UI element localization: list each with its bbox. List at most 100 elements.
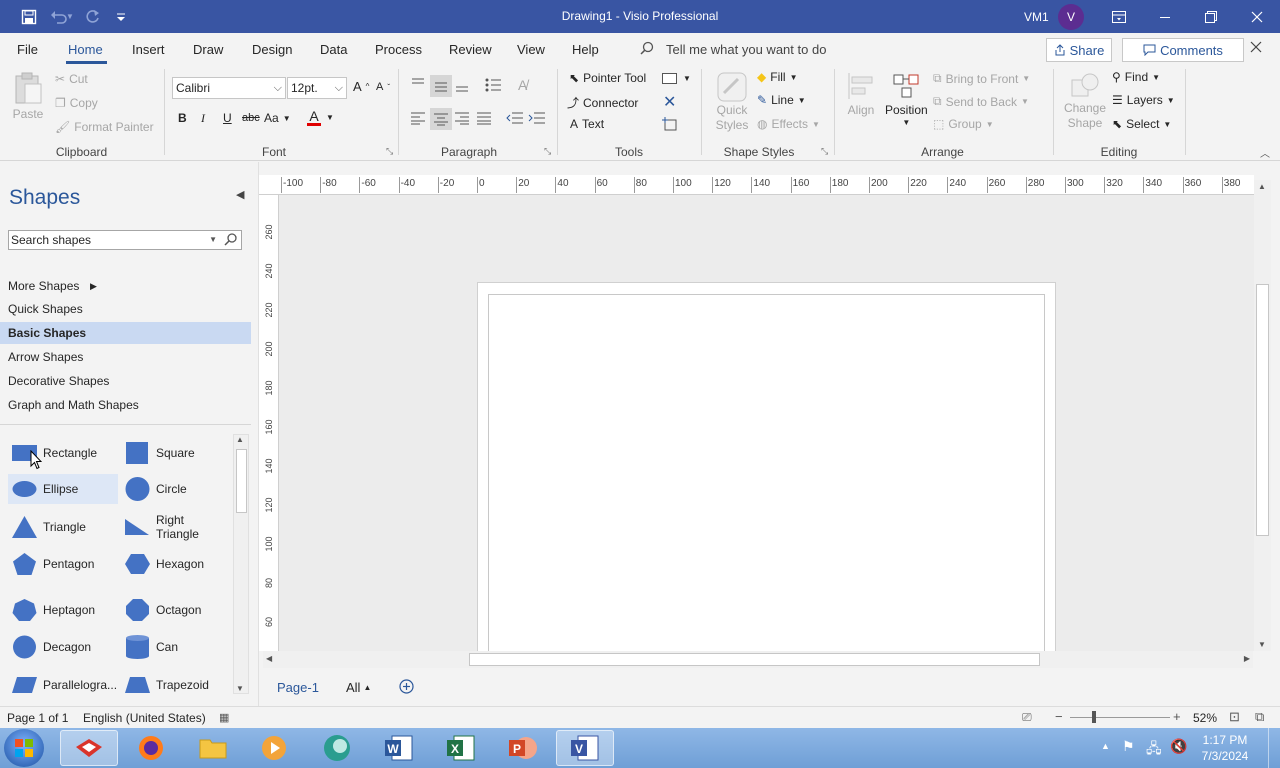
tab-home[interactable]: Home xyxy=(68,42,103,57)
rectangle-tool-icon[interactable] xyxy=(662,73,677,84)
shape-right-triangle[interactable]: Right Triangle xyxy=(125,512,231,542)
connection-point-icon[interactable] xyxy=(662,117,680,133)
share-button[interactable]: Share xyxy=(1046,38,1112,62)
taskbar-powerpoint[interactable]: P xyxy=(494,730,552,766)
tab-draw[interactable]: Draw xyxy=(193,42,223,57)
search-dropdown-icon[interactable]: ▼ xyxy=(209,231,217,249)
shape-hexagon[interactable]: Hexagon xyxy=(125,549,231,579)
increase-indent-icon[interactable] xyxy=(528,111,546,125)
show-desktop-button[interactable] xyxy=(1268,728,1280,768)
scroll-up-icon[interactable]: ▲ xyxy=(1258,182,1266,191)
font-dialog-launcher-icon[interactable]: ⤡ xyxy=(386,146,393,157)
font-name-combo[interactable]: Calibri ⌵ xyxy=(172,77,286,99)
minimize-icon[interactable] xyxy=(1142,0,1188,33)
drawing-canvas[interactable] xyxy=(279,195,1254,651)
font-color-button[interactable]: A xyxy=(307,109,321,126)
network-icon[interactable]: 🖧 xyxy=(1146,738,1162,762)
cut-button[interactable]: ✂ Cut xyxy=(55,72,88,86)
taskbar-clock[interactable]: 1:17 PM 7/3/2024 xyxy=(1196,732,1254,764)
tab-process[interactable]: Process xyxy=(375,42,422,57)
effects-button[interactable]: ◍ Effects ▼ xyxy=(757,117,820,131)
shape-triangle[interactable]: Triangle xyxy=(12,512,118,542)
decrease-indent-icon[interactable] xyxy=(506,111,524,125)
copy-button[interactable]: ❐ Copy xyxy=(55,96,98,110)
scroll-thumb[interactable] xyxy=(236,449,247,513)
justify-icon[interactable] xyxy=(476,111,492,125)
align-button[interactable]: Align xyxy=(846,71,876,117)
strikethrough-button[interactable]: abc xyxy=(242,112,260,124)
text-direction-icon[interactable]: A̸ xyxy=(518,77,527,93)
action-center-flag-icon[interactable]: ⚑ xyxy=(1122,738,1135,755)
send-to-back-button[interactable]: ⧉ Send to Back ▼ xyxy=(933,94,1029,109)
stencil-decorative-shapes[interactable]: Decorative Shapes xyxy=(0,370,251,392)
scroll-up-icon[interactable]: ▲ xyxy=(236,435,244,444)
group-button[interactable]: ⬚ Group ▼ xyxy=(933,117,994,131)
italic-button[interactable]: I xyxy=(201,111,205,126)
stencil-scrollbar[interactable]: ▲ ▼ xyxy=(233,434,249,694)
taskbar-media-player[interactable] xyxy=(245,730,303,766)
taskbar-visio[interactable]: V xyxy=(556,730,614,766)
scroll-right-icon[interactable]: ▶ xyxy=(1244,654,1250,663)
shape-circle[interactable]: Circle xyxy=(125,474,231,504)
layers-button[interactable]: ☰ Layers ▼ xyxy=(1112,93,1175,107)
scroll-left-icon[interactable]: ◀ xyxy=(266,654,272,663)
taskbar-firefox[interactable] xyxy=(122,730,180,766)
show-hidden-icons[interactable]: ▲ xyxy=(1101,741,1110,751)
font-color-dropdown-icon[interactable]: ▼ xyxy=(326,113,334,122)
page-tab-page-1[interactable]: Page-1 xyxy=(277,680,319,695)
tab-design[interactable]: Design xyxy=(252,42,292,57)
taskbar-word[interactable]: W xyxy=(370,730,428,766)
volume-muted-icon[interactable]: 🔇 xyxy=(1170,738,1187,755)
avatar[interactable]: V xyxy=(1058,4,1084,30)
paragraph-dialog-launcher-icon[interactable]: ⤡ xyxy=(544,146,551,157)
macro-record-icon[interactable]: ▦ xyxy=(219,711,229,724)
shape-rectangle[interactable]: Rectangle xyxy=(12,438,118,468)
redo-icon[interactable] xyxy=(78,0,108,33)
drawing-page[interactable] xyxy=(477,282,1056,651)
stencil-quick-shapes[interactable]: Quick Shapes xyxy=(0,298,251,320)
line-button[interactable]: ✎ Line ▼ xyxy=(757,93,806,107)
tab-file[interactable]: File xyxy=(17,42,38,57)
font-size-combo[interactable]: 12pt. ⌵ xyxy=(287,77,347,99)
start-button[interactable] xyxy=(4,729,44,767)
save-icon[interactable] xyxy=(14,0,44,33)
shape-pentagon[interactable]: Pentagon xyxy=(12,549,118,579)
zoom-slider-thumb[interactable] xyxy=(1092,711,1096,723)
close-connection-icon[interactable]: ✕ xyxy=(663,92,676,112)
shape-decagon[interactable]: Decagon xyxy=(12,632,118,662)
zoom-in-icon[interactable]: + xyxy=(1173,709,1181,724)
align-top-icon[interactable] xyxy=(410,77,426,91)
text-tool-button[interactable]: A Text xyxy=(570,117,604,131)
fit-page-icon[interactable]: ⊡ xyxy=(1229,709,1240,725)
shape-styles-dialog-launcher-icon[interactable]: ⤡ xyxy=(821,146,828,157)
tab-review[interactable]: Review xyxy=(449,42,492,57)
scroll-down-icon[interactable]: ▼ xyxy=(236,684,244,693)
align-bottom-icon[interactable] xyxy=(454,77,470,93)
shape-octagon[interactable]: Octagon xyxy=(125,595,231,625)
close-icon[interactable] xyxy=(1234,0,1280,33)
undo-dropdown-icon[interactable]: ▼ xyxy=(62,0,78,33)
chevron-down-icon[interactable]: ⌵ xyxy=(335,78,343,98)
page-count-status[interactable]: Page 1 of 1 xyxy=(7,711,68,725)
vertical-scroll-thumb[interactable] xyxy=(1256,284,1269,536)
align-middle-icon[interactable] xyxy=(430,75,452,97)
all-pages-button[interactable]: All ▲ xyxy=(346,680,371,695)
zoom-level[interactable]: 52% xyxy=(1193,711,1217,725)
vertical-scrollbar[interactable]: ▲ ▼ xyxy=(1254,180,1271,651)
shape-square[interactable]: Square xyxy=(125,438,231,468)
shape-trapezoid[interactable]: Trapezoid xyxy=(125,670,231,700)
ribbon-display-options-icon[interactable] xyxy=(1096,0,1142,33)
scroll-down-icon[interactable]: ▼ xyxy=(1258,640,1266,649)
connector-button[interactable]: ⤴ Connector xyxy=(567,94,638,111)
format-painter-button[interactable]: 🖌 Format Painter xyxy=(55,120,154,134)
restore-icon[interactable] xyxy=(1188,0,1234,33)
presentation-mode-icon[interactable]: ⎚ xyxy=(1022,710,1032,725)
horizontal-scrollbar[interactable]: ◀ ▶ xyxy=(263,651,1253,668)
stencil-graph-math-shapes[interactable]: Graph and Math Shapes xyxy=(0,394,251,416)
language-status[interactable]: English (United States) xyxy=(83,711,206,725)
change-shape-button[interactable]: Change Shape xyxy=(1063,71,1107,131)
taskbar-app-green[interactable] xyxy=(308,730,366,766)
find-button[interactable]: ⚲ Find ▼ xyxy=(1112,70,1160,84)
taskbar-file-explorer[interactable] xyxy=(184,730,242,766)
align-center-icon[interactable] xyxy=(430,108,452,130)
